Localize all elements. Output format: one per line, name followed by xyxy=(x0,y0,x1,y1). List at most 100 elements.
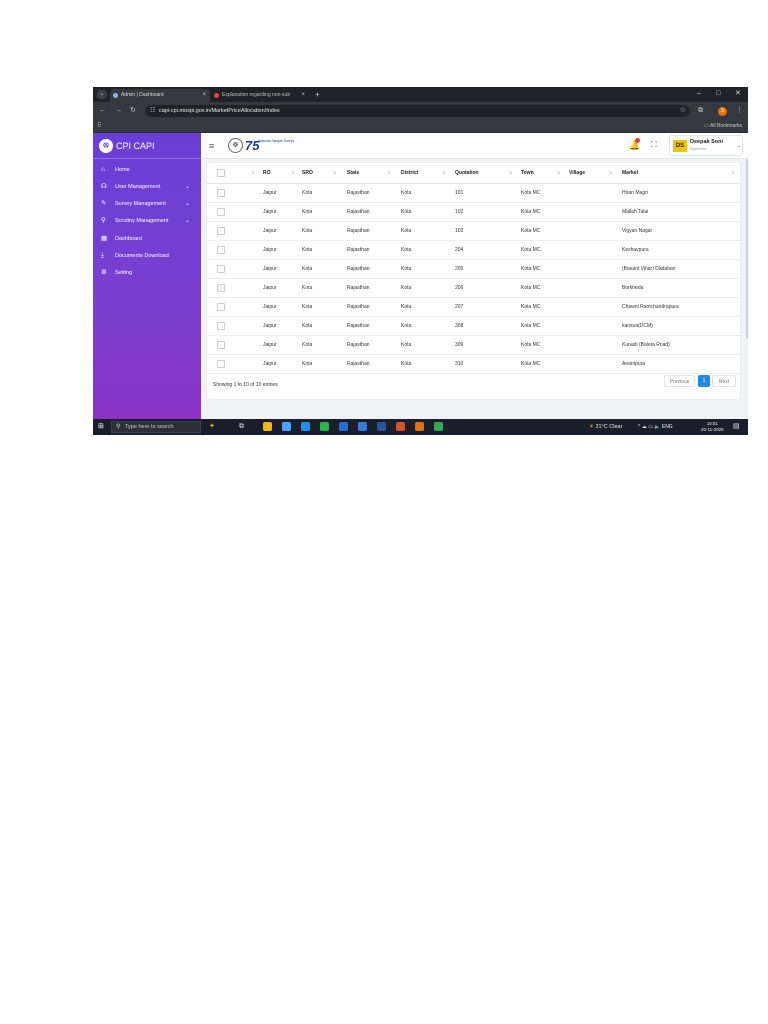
maximize-button[interactable]: □ xyxy=(716,88,720,100)
column-header-town[interactable]: Town xyxy=(521,169,534,177)
sort-icon[interactable]: ⇅ xyxy=(291,170,294,176)
taskbar-app-icon[interactable] xyxy=(358,422,367,431)
system-tray[interactable]: ^ ☁ ▭ 🔈 ENG xyxy=(638,422,673,432)
tab-close-icon[interactable]: × xyxy=(202,89,206,102)
column-header-market[interactable]: Market xyxy=(622,169,638,177)
sort-icon[interactable]: ⇅ xyxy=(731,170,734,176)
row-checkbox[interactable] xyxy=(217,208,225,216)
column-header-quotation[interactable]: Quotation xyxy=(455,169,479,177)
user-menu[interactable]: DS Deepak Soni Supervisor ⌄ xyxy=(669,135,743,156)
taskbar-app-icon[interactable] xyxy=(301,422,310,431)
column-header-state[interactable]: State xyxy=(347,169,359,177)
table-row[interactable]: Jaipur Kota Rajasthan Kota 204 Kota MC Keshavp… xyxy=(207,241,740,260)
browser-menu-icon[interactable]: ⋮ xyxy=(736,106,743,116)
pagination-previous-button[interactable]: Previous xyxy=(664,375,695,387)
sort-icon[interactable]: ⇅ xyxy=(442,170,445,176)
sort-icon[interactable]: ⇅ xyxy=(333,170,336,176)
new-tab-button[interactable]: + xyxy=(315,89,320,101)
site-info-icon[interactable]: ☷ xyxy=(150,107,155,115)
row-checkbox[interactable] xyxy=(217,341,225,349)
sidebar-item-dashboard[interactable]: ▦ Dashboard xyxy=(93,232,201,246)
taskbar-app-icon[interactable] xyxy=(415,422,424,431)
fullscreen-icon[interactable]: ⛶ xyxy=(651,140,657,150)
row-checkbox[interactable] xyxy=(217,284,225,292)
sort-icon[interactable]: ⇅ xyxy=(387,170,390,176)
column-header-village[interactable]: Village xyxy=(569,169,585,177)
sort-icon[interactable]: ⇅ xyxy=(609,170,612,176)
cell-town: Kota MC xyxy=(521,247,541,253)
sidebar-item-setting[interactable]: ⚙ Setting xyxy=(93,266,201,280)
taskbar-app-icon[interactable] xyxy=(282,422,291,431)
cell-quotation: 103 xyxy=(455,228,464,234)
taskbar-app-icon[interactable] xyxy=(434,422,443,431)
reload-icon[interactable]: ↻ xyxy=(130,106,136,116)
row-checkbox[interactable] xyxy=(217,246,225,254)
column-header-sro[interactable]: SRO xyxy=(302,169,313,177)
taskbar-app-icon[interactable] xyxy=(320,422,329,431)
hamburger-menu-icon[interactable]: ≡ xyxy=(209,141,214,151)
sidebar-item-scrutiny-management[interactable]: ⚲ Scrutiny Management ⌄ xyxy=(93,214,201,228)
apps-grid-icon[interactable]: ⠿ xyxy=(97,123,101,130)
table-row[interactable]: Jaipur Kota Rajasthan Kota 206 Kota MC Borkhed… xyxy=(207,279,740,298)
row-checkbox[interactable] xyxy=(217,303,225,311)
sidebar-item-survey-management[interactable]: ✎ Survey Management ⌄ xyxy=(93,197,201,211)
tab-gmail[interactable]: Explanation regarding non-sub × xyxy=(211,89,309,102)
row-checkbox[interactable] xyxy=(217,322,225,330)
sidebar-item-home[interactable]: ⌂ Home xyxy=(93,163,201,177)
table-row[interactable]: Jaipur Kota Rajasthan Kota 205 Kota MC (Basant… xyxy=(207,260,740,279)
weather-widget[interactable]: ☀ 21°C Clear xyxy=(589,422,622,432)
profile-avatar[interactable]: S xyxy=(718,107,727,116)
avatar: DS xyxy=(673,140,687,152)
sort-icon[interactable]: ⇅ xyxy=(509,170,512,176)
taskbar-app-icon[interactable] xyxy=(263,422,272,431)
copilot-icon[interactable]: ✦ xyxy=(209,422,215,432)
chevron-down-icon: ⌄ xyxy=(185,184,191,190)
tab-admin-dashboard[interactable]: Admin | Dashboard × xyxy=(110,89,210,102)
taskbar-app-icon[interactable] xyxy=(339,422,348,431)
notification-center-icon[interactable]: ▤ xyxy=(733,422,740,432)
taskbar-app-icon[interactable] xyxy=(377,422,386,431)
table-row[interactable]: Jaipur Kota Rajasthan Kota 102 Kota MC Mallah … xyxy=(207,203,740,222)
user-name: Deepak Soni xyxy=(690,139,724,145)
taskbar-app-icon[interactable] xyxy=(396,422,405,431)
all-bookmarks-button[interactable]: ▭ All Bookmarks xyxy=(704,122,742,131)
minimize-button[interactable]: – xyxy=(697,88,701,100)
sidebar-item-documents-download[interactable]: ⤓ Documents Download xyxy=(93,249,201,263)
notification-bell-icon[interactable]: 🔔 xyxy=(629,138,640,150)
row-checkbox[interactable] xyxy=(217,189,225,197)
column-header-district[interactable]: District xyxy=(401,169,418,177)
table-row[interactable]: Jaipur Kota Rajasthan Kota 101 Kota MC Hiran M… xyxy=(207,184,740,203)
pagination-next-button[interactable]: Next xyxy=(712,375,736,387)
row-checkbox[interactable] xyxy=(217,227,225,235)
gear-icon: ⚙ xyxy=(101,269,107,276)
pagination-page-1[interactable]: 1 xyxy=(698,375,710,387)
bookmark-star-icon[interactable]: ☆ xyxy=(680,106,686,116)
tab-search-button[interactable]: ⌄ xyxy=(97,90,107,99)
windows-start-icon[interactable]: ⊞ xyxy=(98,422,104,432)
back-icon[interactable]: ← xyxy=(99,106,106,116)
url-text[interactable]: capi-cpi.mospi.gov.in/MarketPriceAllocat… xyxy=(159,107,280,115)
sort-icon[interactable]: ⇅ xyxy=(251,170,254,176)
forward-icon[interactable]: → xyxy=(115,106,122,116)
sidebar-item-user-management[interactable]: ☊ User Management ⌄ xyxy=(93,180,201,194)
row-checkbox[interactable] xyxy=(217,265,225,273)
tab-close-icon[interactable]: × xyxy=(301,89,305,102)
task-view-icon[interactable]: ⧉ xyxy=(239,422,244,432)
table-row[interactable]: Jaipur Kota Rajasthan Kota 310 Kota MC Anantpu… xyxy=(207,355,740,374)
column-header-ro[interactable]: RO xyxy=(263,169,271,177)
address-bar[interactable]: ☷ capi-cpi.mospi.gov.in/MarketPriceAlloc… xyxy=(145,105,690,117)
table-row[interactable]: Jaipur Kota Rajasthan Kota 207 Kota MC Chawni … xyxy=(207,298,740,317)
emblem-logo-icon: ☸ xyxy=(99,139,113,153)
table-row[interactable]: Jaipur Kota Rajasthan Kota 309 Kota MC Kunadi … xyxy=(207,336,740,355)
sort-icon[interactable]: ⇅ xyxy=(557,170,560,176)
clock[interactable]: 16:51 20-11-2025 xyxy=(701,421,724,433)
sidebar-item-label: Home xyxy=(115,167,130,173)
row-checkbox[interactable] xyxy=(217,360,225,368)
close-window-button[interactable]: ✕ xyxy=(735,88,741,100)
page-scrollbar[interactable] xyxy=(746,159,748,339)
table-row[interactable]: Jaipur Kota Rajasthan Kota 103 Kota MC Vigyan … xyxy=(207,222,740,241)
select-all-checkbox[interactable] xyxy=(217,169,225,177)
table-row[interactable]: Jaipur Kota Rajasthan Kota 308 Kota MC kansua(… xyxy=(207,317,740,336)
taskbar-search-input[interactable]: ⚲ Type here to search xyxy=(111,421,201,433)
extensions-icon[interactable]: ⧉ xyxy=(698,106,703,116)
